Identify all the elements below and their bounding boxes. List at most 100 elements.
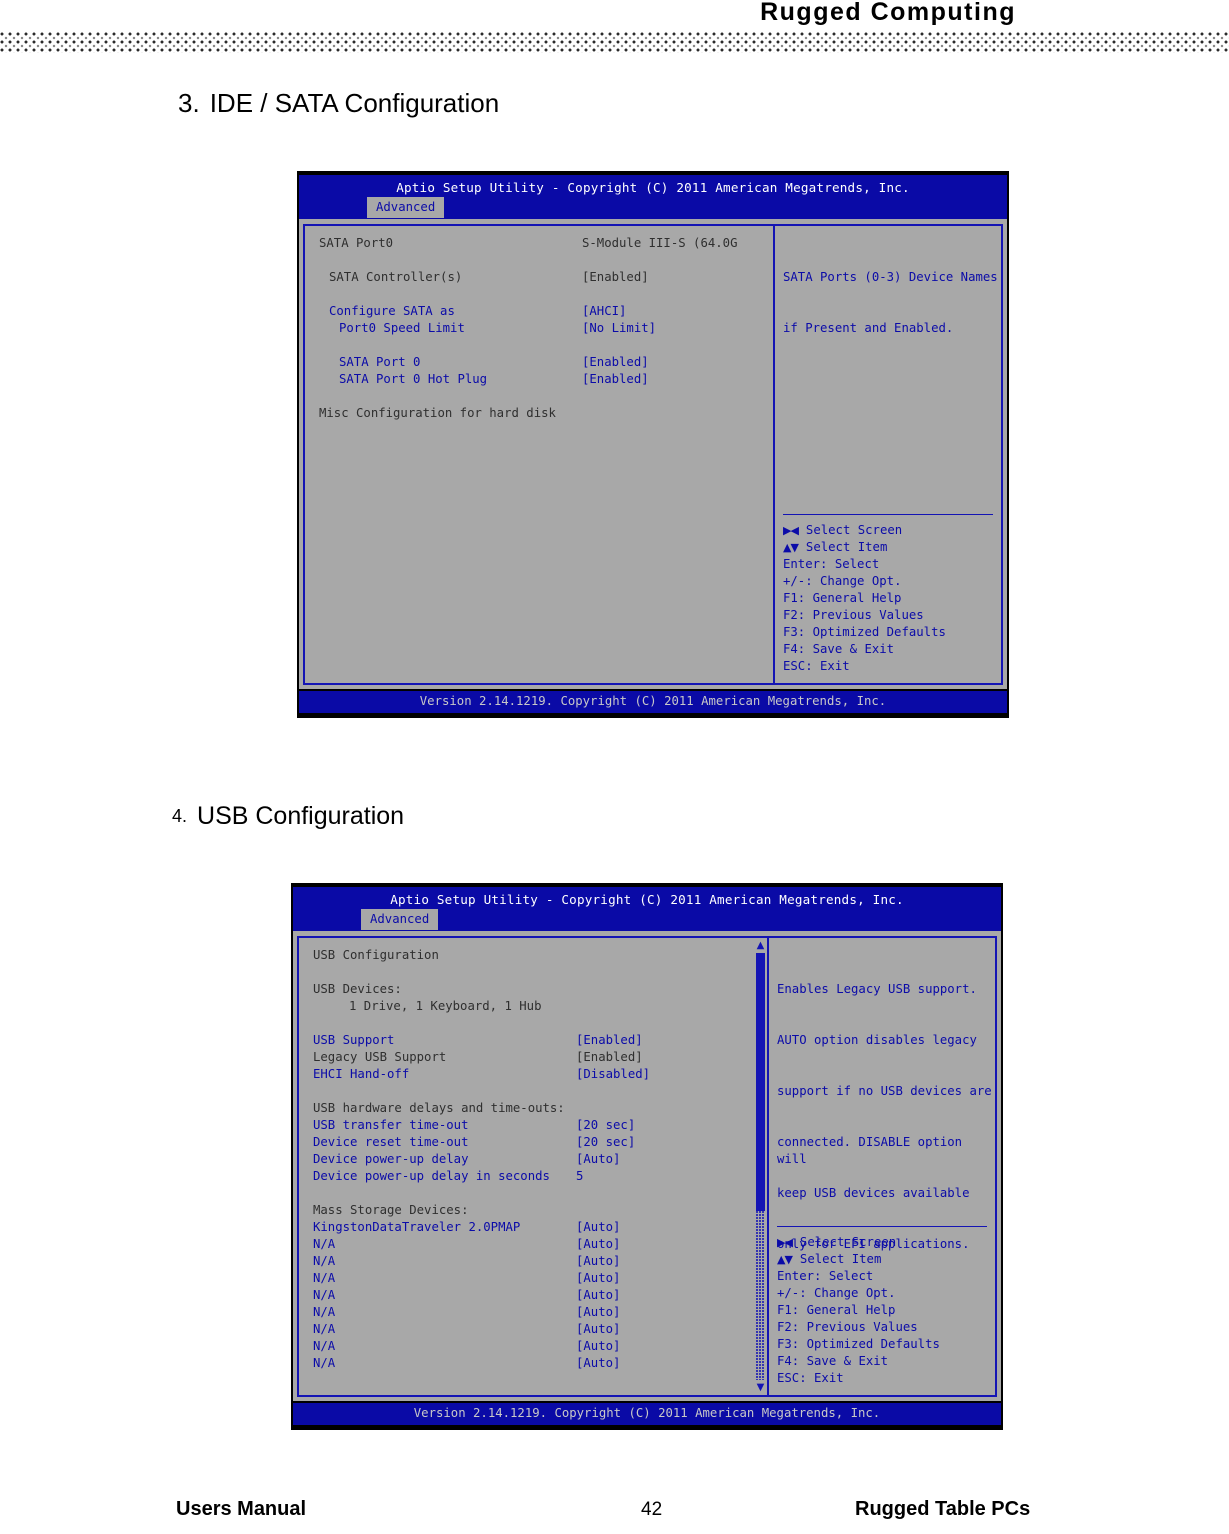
legend-item-exit: ESC: Exit: [777, 1370, 989, 1387]
footer-product-label: Rugged Table PCs: [855, 1498, 1031, 1520]
setting-value: [Auto]: [576, 1305, 621, 1319]
legend-label: Optimized Defaults: [806, 1337, 940, 1351]
setting-value: [AHCI]: [582, 304, 627, 318]
setting-row[interactable]: Port0 Speed Limit [No Limit]: [319, 320, 773, 337]
legend-label: Change Opt.: [814, 1286, 896, 1300]
setting-label: N/A: [313, 1356, 336, 1370]
setting-row: 1 Drive, 1 Keyboard, 1 Hub: [313, 998, 767, 1015]
setting-row[interactable]: N/A [Auto]: [313, 1270, 767, 1287]
setting-label: Configure SATA as: [329, 304, 455, 318]
setting-value: [Auto]: [576, 1339, 621, 1353]
bios-screenshot-sata: Aptio Setup Utility - Copyright (C) 2011…: [297, 171, 1009, 718]
setting-label: SATA Controller(s): [329, 270, 463, 284]
spacer-row: [319, 388, 773, 405]
legend-key: ESC:: [777, 1371, 807, 1385]
setting-row: Mass Storage Devices:: [313, 1202, 767, 1219]
setting-label: SATA Port 0 Hot Plug: [339, 372, 488, 386]
setting-row[interactable]: USB transfer time-out [20 sec]: [313, 1117, 767, 1134]
bios-tab-advanced[interactable]: Advanced: [367, 197, 445, 218]
setting-value: S-Module III-S (64.0G: [582, 236, 738, 250]
setting-label: 1 Drive, 1 Keyboard, 1 Hub: [349, 999, 542, 1013]
setting-row[interactable]: Device power-up delay [Auto]: [313, 1151, 767, 1168]
setting-row[interactable]: SATA Port 0 Hot Plug [Enabled]: [319, 371, 773, 388]
setting-row[interactable]: N/A [Auto]: [313, 1236, 767, 1253]
help-line: keep USB devices available: [777, 1186, 970, 1200]
help-line: support if no USB devices are: [777, 1084, 992, 1098]
setting-label: SATA Port 0: [339, 355, 421, 369]
legend-label: General Help: [806, 1303, 896, 1317]
setting-row[interactable]: KingstonDataTraveler 2.0PMAP [Auto]: [313, 1219, 767, 1236]
setting-row[interactable]: Device power-up delay in seconds 5: [313, 1168, 767, 1185]
scroll-up-arrow-icon[interactable]: ▲: [755, 940, 766, 951]
setting-label: N/A: [313, 1305, 336, 1319]
header-decorative-band: [0, 32, 1229, 58]
setting-value: [Auto]: [576, 1271, 621, 1285]
setting-row[interactable]: SATA Port 0 [Enabled]: [319, 354, 773, 371]
setting-row[interactable]: N/A [Auto]: [313, 1355, 767, 1372]
legend-label: Select Item: [805, 540, 888, 554]
setting-row[interactable]: Device reset time-out [20 sec]: [313, 1134, 767, 1151]
setting-row: USB Configuration: [313, 947, 767, 964]
spacer-row: [313, 964, 767, 981]
legend-key: F1:: [777, 1303, 800, 1317]
legend-label: Previous Values: [806, 1320, 918, 1334]
legend-item-previous-values: F2: Previous Values: [783, 607, 995, 624]
setting-value: [Disabled]: [576, 1067, 651, 1081]
bios-bottom-edge: [291, 1425, 1003, 1430]
setting-label: N/A: [313, 1271, 336, 1285]
setting-row[interactable]: N/A [Auto]: [313, 1321, 767, 1338]
setting-value: [Auto]: [576, 1288, 621, 1302]
setting-row[interactable]: N/A [Auto]: [313, 1287, 767, 1304]
scrollbar-thumb[interactable]: [756, 953, 765, 1211]
legend-key: +/-:: [777, 1286, 807, 1300]
setting-row[interactable]: Configure SATA as [AHCI]: [319, 303, 773, 320]
scroll-down-arrow-icon[interactable]: ▼: [755, 1382, 766, 1393]
setting-label: EHCI Hand-off: [313, 1067, 410, 1081]
vertical-scrollbar[interactable]: ▲ ▼: [754, 938, 767, 1395]
setting-row[interactable]: N/A [Auto]: [313, 1304, 767, 1321]
legend-divider: [777, 1226, 987, 1227]
setting-value: [Enabled]: [576, 1033, 643, 1047]
brand-title: Rugged Computing: [760, 0, 1016, 26]
setting-row[interactable]: Legacy USB Support [Enabled]: [313, 1049, 767, 1066]
section-title: USB Configuration: [197, 802, 405, 830]
legend-label: Optimized Defaults: [812, 625, 946, 639]
setting-row[interactable]: Misc Configuration for hard disk: [319, 405, 773, 422]
section-number: 4.: [172, 806, 188, 826]
spacer-row: [313, 1083, 767, 1100]
bios-tab-advanced[interactable]: Advanced: [361, 909, 439, 930]
legend-item-general-help: F1: General Help: [777, 1302, 989, 1319]
setting-row[interactable]: SATA Controller(s) [Enabled]: [319, 269, 773, 286]
footer-page-number: 42: [641, 1499, 663, 1520]
page-footer: Users Manual 42 Rugged Table PCs: [0, 1498, 1229, 1534]
section-title: IDE / SATA Configuration: [209, 88, 500, 118]
setting-row[interactable]: SATA Port0 S-Module III-S (64.0G: [319, 235, 773, 252]
legend-key: F3:: [777, 1337, 800, 1351]
setting-row[interactable]: N/A [Auto]: [313, 1253, 767, 1270]
setting-row[interactable]: EHCI Hand-off [Disabled]: [313, 1066, 767, 1083]
setting-row[interactable]: N/A [Auto]: [313, 1338, 767, 1355]
legend-item-change-opt: +/-: Change Opt.: [777, 1285, 989, 1302]
setting-label: USB Devices:: [313, 982, 402, 996]
setting-label: USB hardware delays and time-outs:: [313, 1101, 565, 1115]
footer-manual-label: Users Manual: [176, 1498, 307, 1520]
legend-label: Save & Exit: [812, 642, 895, 656]
setting-row[interactable]: USB Support [Enabled]: [313, 1032, 767, 1049]
page-header: Rugged Computing: [0, 0, 1229, 66]
legend-key: F4:: [783, 642, 806, 656]
setting-label: N/A: [313, 1237, 336, 1251]
spacer-row: [319, 337, 773, 354]
setting-value: [Enabled]: [582, 372, 649, 386]
legend-item-select-item: ▲▼ Select Item: [777, 1251, 989, 1268]
section-heading-ide-sata: 3. IDE / SATA Configuration: [178, 88, 499, 119]
bios-settings-pane: SATA Port0 S-Module III-S (64.0G SATA Con…: [303, 224, 773, 685]
legend-key: F1:: [783, 591, 806, 605]
legend-divider: [783, 514, 993, 515]
setting-value: [20 sec]: [576, 1135, 636, 1149]
spacer-row: [319, 252, 773, 269]
bios-titlebar: Aptio Setup Utility - Copyright (C) 2011…: [299, 175, 1007, 219]
setting-value: [Auto]: [576, 1356, 621, 1370]
setting-value: [Enabled]: [576, 1050, 643, 1064]
legend-key: Enter:: [777, 1269, 822, 1283]
setting-label: N/A: [313, 1322, 336, 1336]
